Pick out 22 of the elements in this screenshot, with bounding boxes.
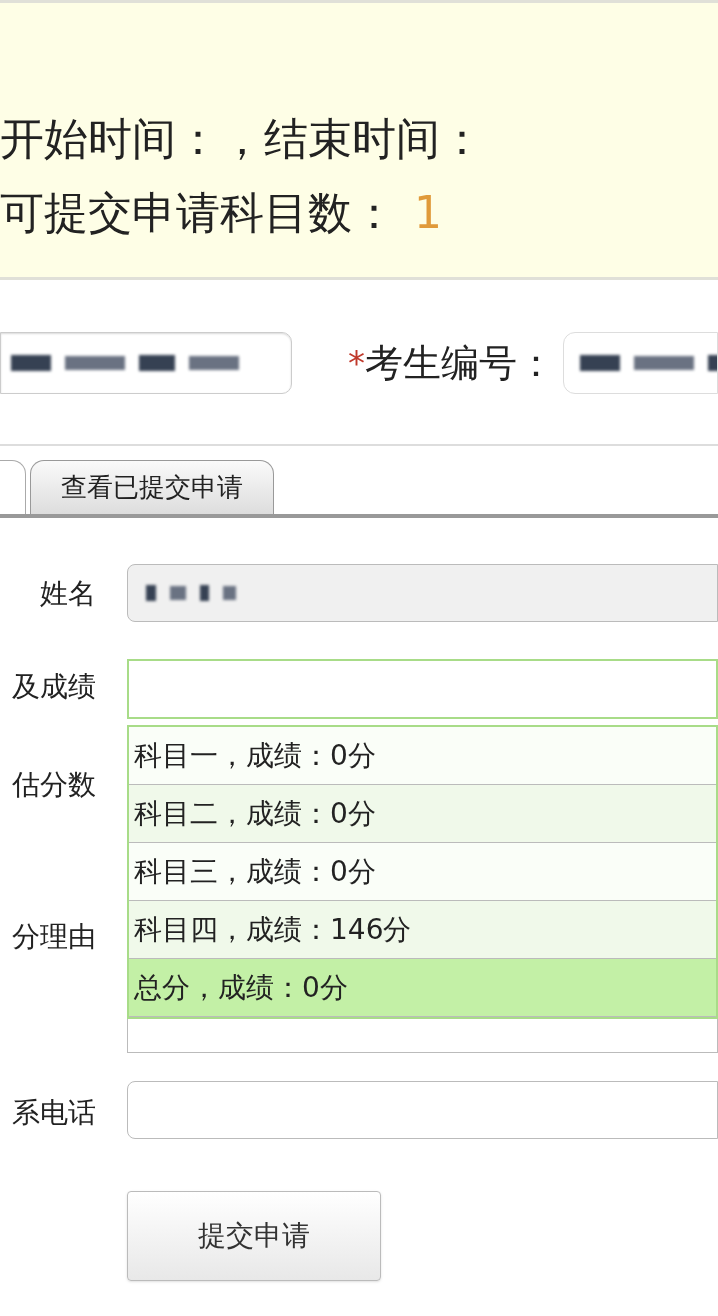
subject-count: 1 [414,186,442,240]
submit-button[interactable]: 提交申请 [127,1191,381,1281]
field-label: 考生编号： [365,339,555,387]
field-label: 分理由 [12,919,96,955]
dropdown-field[interactable] [127,659,718,719]
dropdown-option[interactable]: 科目四，成绩：146分 [129,901,716,959]
tab[interactable] [0,460,26,514]
dropdown-option[interactable]: 总分，成绩：0分 [129,959,716,1017]
input-field[interactable] [563,332,718,394]
input-field[interactable] [127,1081,718,1139]
dropdown-option[interactable]: 科目三，成绩：0分 [129,843,716,901]
input-field[interactable] [0,332,292,394]
field-label: 及成绩 [12,669,96,705]
dropdown-option[interactable]: 科目一，成绩：0分 [129,727,716,785]
field-label: 系电话 [12,1095,96,1131]
field-label: 估分数 [12,767,96,803]
dropdown-option[interactable]: 科目二，成绩：0分 [129,785,716,843]
subject-count-label: 可提交申请科目数： [0,186,396,240]
required-mark: * [348,341,365,385]
tab[interactable]: 查看已提交申请 [30,460,274,514]
field-label: 姓名 [40,576,96,612]
schedule-text: 开始时间：，结束时间： [0,112,484,166]
